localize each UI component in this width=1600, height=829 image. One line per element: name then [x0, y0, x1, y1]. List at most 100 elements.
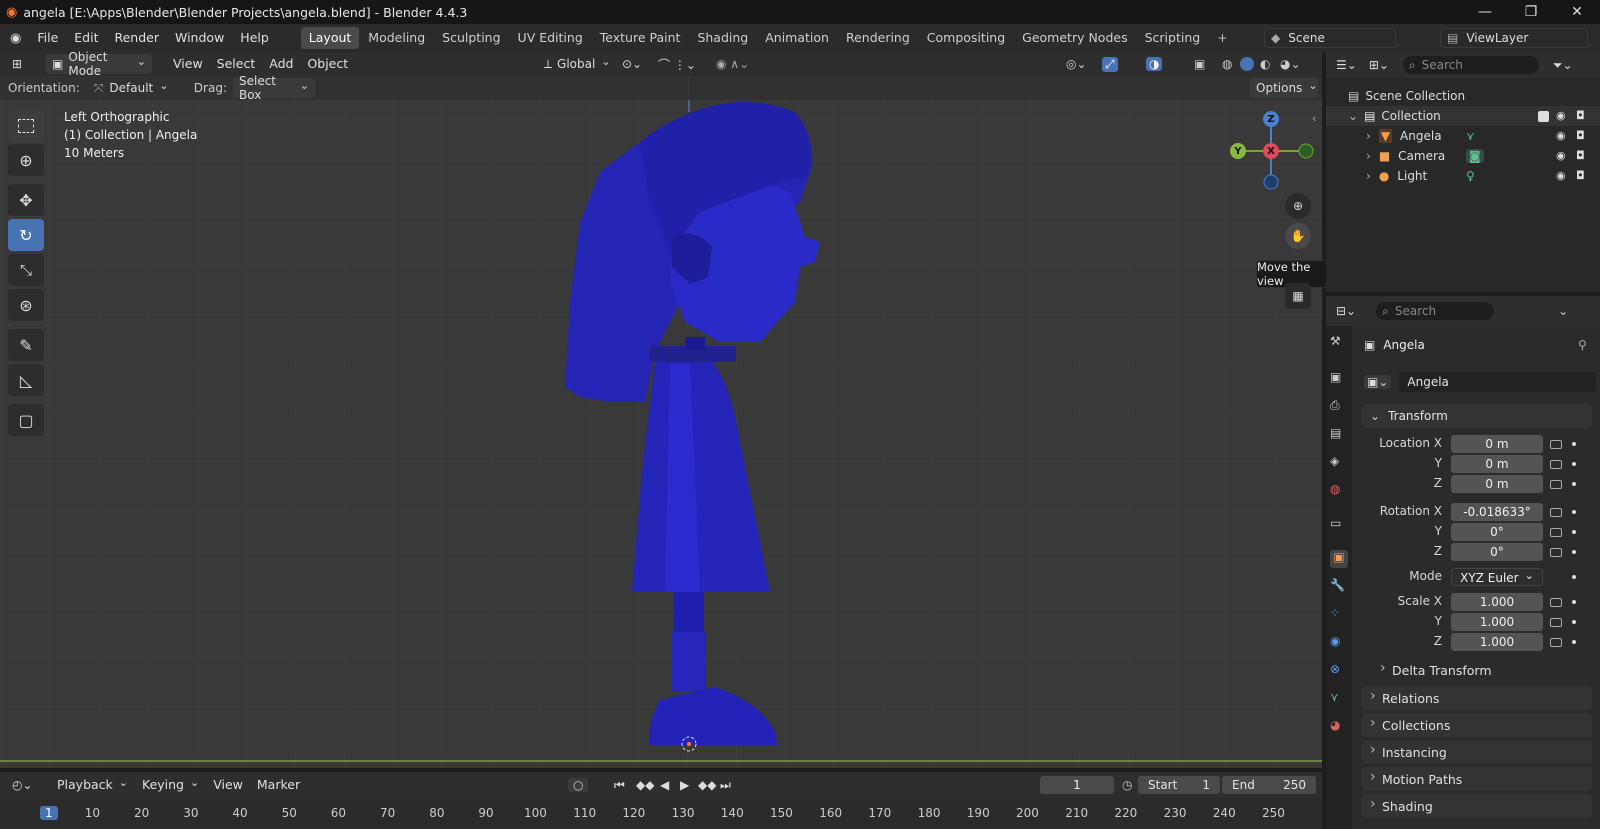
- transform-orientation-selector[interactable]: ⟂ Global: [538, 54, 614, 74]
- next-keyframe-icon[interactable]: ◆◆: [698, 778, 716, 792]
- exclude-checkbox[interactable]: [1538, 110, 1549, 122]
- scale-x-field[interactable]: 1.000: [1451, 593, 1543, 611]
- tool-move[interactable]: ✥: [8, 184, 44, 216]
- location-z-field[interactable]: 0 m: [1451, 475, 1543, 493]
- menu-file[interactable]: File: [29, 27, 66, 49]
- object-browse-icon[interactable]: ▣⌄: [1364, 375, 1392, 389]
- tool-annotate[interactable]: ✎: [8, 329, 44, 361]
- scale-z-field[interactable]: 1.000: [1451, 633, 1543, 651]
- tab-layout[interactable]: Layout: [300, 27, 360, 49]
- relations-panel[interactable]: Relations: [1362, 686, 1592, 710]
- physics-tab-icon[interactable]: ◉: [1330, 634, 1348, 652]
- menu-help[interactable]: Help: [232, 27, 277, 49]
- render-camera-icon[interactable]: ◘: [1576, 149, 1585, 162]
- render-camera-icon[interactable]: ◘: [1576, 109, 1585, 122]
- visibility-eye-icon[interactable]: ◉: [1556, 169, 1566, 182]
- properties-search-input[interactable]: ⌕ Search: [1376, 302, 1495, 320]
- outliner-item-light[interactable]: › ● Light ♀ ◉ ◘: [1326, 166, 1600, 186]
- tab-rendering[interactable]: Rendering: [838, 27, 918, 49]
- sidebar-toggle-icon[interactable]: ‹: [1312, 112, 1316, 125]
- expand-icon[interactable]: ›: [1366, 129, 1371, 143]
- tool-transform[interactable]: ⊛: [8, 289, 44, 321]
- shading-rendered-icon[interactable]: ◕⌄: [1280, 57, 1301, 71]
- menu-marker[interactable]: Marker: [250, 775, 307, 795]
- constraints-tab-icon[interactable]: ⊗: [1330, 662, 1348, 680]
- menu-playback[interactable]: Playback: [50, 775, 135, 795]
- keyframe-dot-icon[interactable]: [1572, 600, 1576, 604]
- lock-icon[interactable]: [1550, 460, 1562, 469]
- close-button[interactable]: ✕: [1554, 0, 1600, 24]
- tab-sculpting[interactable]: Sculpting: [434, 27, 508, 49]
- keyframe-dot-icon[interactable]: [1572, 640, 1576, 644]
- lock-icon[interactable]: [1550, 638, 1562, 647]
- pivot-icon[interactable]: ⊙⌄: [622, 57, 642, 71]
- delta-transform-panel[interactable]: Delta Transform: [1372, 658, 1592, 682]
- display-mode-icon[interactable]: ⊞⌄: [1369, 58, 1389, 72]
- timeline-editor-icon[interactable]: ◴⌄: [12, 778, 40, 792]
- expand-icon[interactable]: ›: [1366, 169, 1371, 183]
- lock-icon[interactable]: [1550, 440, 1562, 449]
- snap-icon[interactable]: ⌒ ⋮⌄: [658, 56, 696, 73]
- view-layer-tab-icon[interactable]: ▤: [1330, 426, 1348, 444]
- keyframe-dot-icon[interactable]: [1572, 462, 1576, 466]
- play-reverse-icon[interactable]: ◀: [660, 778, 669, 792]
- drag-selector[interactable]: Select Box: [232, 74, 315, 102]
- rotation-x-field[interactable]: -0.018633°: [1451, 503, 1543, 521]
- prev-keyframe-icon[interactable]: ◆◆: [636, 778, 654, 792]
- add-workspace-button[interactable]: +: [1209, 27, 1235, 49]
- ortho-toggle-icon[interactable]: ▦: [1285, 283, 1311, 309]
- material-tab-icon[interactable]: ◕: [1330, 718, 1348, 736]
- menu-timeline-view[interactable]: View: [206, 775, 250, 795]
- xray-icon[interactable]: ▣: [1194, 57, 1205, 71]
- motion-paths-panel[interactable]: Motion Paths: [1362, 767, 1592, 791]
- menu-add[interactable]: Add: [262, 54, 300, 74]
- tool-rotate[interactable]: ↻: [8, 219, 44, 251]
- keyframe-dot-icon[interactable]: [1572, 575, 1576, 579]
- viewlayer-selector[interactable]: ▤ ViewLayer: [1440, 28, 1588, 48]
- scene-tab-icon[interactable]: ◈: [1330, 454, 1348, 472]
- mode-selector[interactable]: ▣ Object Mode: [46, 50, 152, 78]
- shading-solid-icon[interactable]: [1240, 57, 1254, 71]
- maximize-button[interactable]: ❐: [1508, 0, 1554, 24]
- location-y-field[interactable]: 0 m: [1451, 455, 1543, 473]
- filter-icon[interactable]: ⏷⌄: [1553, 58, 1573, 73]
- tab-compositing[interactable]: Compositing: [919, 27, 1013, 49]
- keyframe-dot-icon[interactable]: [1572, 620, 1576, 624]
- zoom-icon[interactable]: ⊕: [1285, 193, 1311, 219]
- visibility-eye-icon[interactable]: ◉: [1556, 109, 1566, 122]
- modifier-tab-icon[interactable]: 🔧: [1330, 578, 1348, 596]
- options-button[interactable]: Options: [1250, 78, 1318, 98]
- 3d-viewport[interactable]: [0, 52, 1322, 768]
- shading-material-icon[interactable]: ◐: [1260, 57, 1270, 71]
- lock-icon[interactable]: [1550, 528, 1562, 537]
- tab-uv-editing[interactable]: UV Editing: [510, 27, 591, 49]
- visibility-eye-icon[interactable]: ◉: [1556, 129, 1566, 142]
- current-frame-field[interactable]: 1: [1040, 776, 1114, 794]
- outliner-item-angela[interactable]: › ▼ Angela ⋎ ◉ ◘: [1326, 126, 1600, 146]
- properties-options-icon[interactable]: ⌄: [1558, 304, 1568, 318]
- outliner-editor-icon[interactable]: ☰⌄: [1336, 58, 1357, 72]
- tool-select-box[interactable]: [8, 110, 44, 142]
- rotation-y-field[interactable]: 0°: [1451, 523, 1543, 541]
- menu-keying[interactable]: Keying: [135, 775, 206, 795]
- orientation-default-selector[interactable]: ⤧ Default: [88, 78, 184, 98]
- play-icon[interactable]: ▶: [680, 778, 689, 792]
- scene-collection-row[interactable]: ▤ Scene Collection: [1326, 86, 1600, 106]
- minimize-button[interactable]: —: [1462, 0, 1508, 24]
- tab-texture-paint[interactable]: Texture Paint: [592, 27, 689, 49]
- lock-icon[interactable]: [1550, 480, 1562, 489]
- editor-type-icon[interactable]: ⊞: [12, 57, 38, 71]
- stopwatch-icon[interactable]: ◷: [1122, 778, 1132, 792]
- auto-keying-icon[interactable]: ○: [568, 778, 589, 792]
- world-tab-icon[interactable]: ◍: [1330, 482, 1348, 500]
- scale-y-field[interactable]: 1.000: [1451, 613, 1543, 631]
- menu-object[interactable]: Object: [300, 54, 355, 74]
- particles-tab-icon[interactable]: ⁘: [1330, 606, 1348, 624]
- gizmo-z-axis[interactable]: Z: [1263, 111, 1279, 127]
- tab-modeling[interactable]: Modeling: [360, 27, 433, 49]
- expand-collection-icon[interactable]: ⌄: [1348, 109, 1358, 123]
- output-tab-icon[interactable]: ⎙: [1330, 398, 1348, 416]
- pan-hand-icon[interactable]: ✋: [1285, 223, 1311, 249]
- render-camera-icon[interactable]: ◘: [1576, 129, 1585, 142]
- lock-icon[interactable]: [1550, 618, 1562, 627]
